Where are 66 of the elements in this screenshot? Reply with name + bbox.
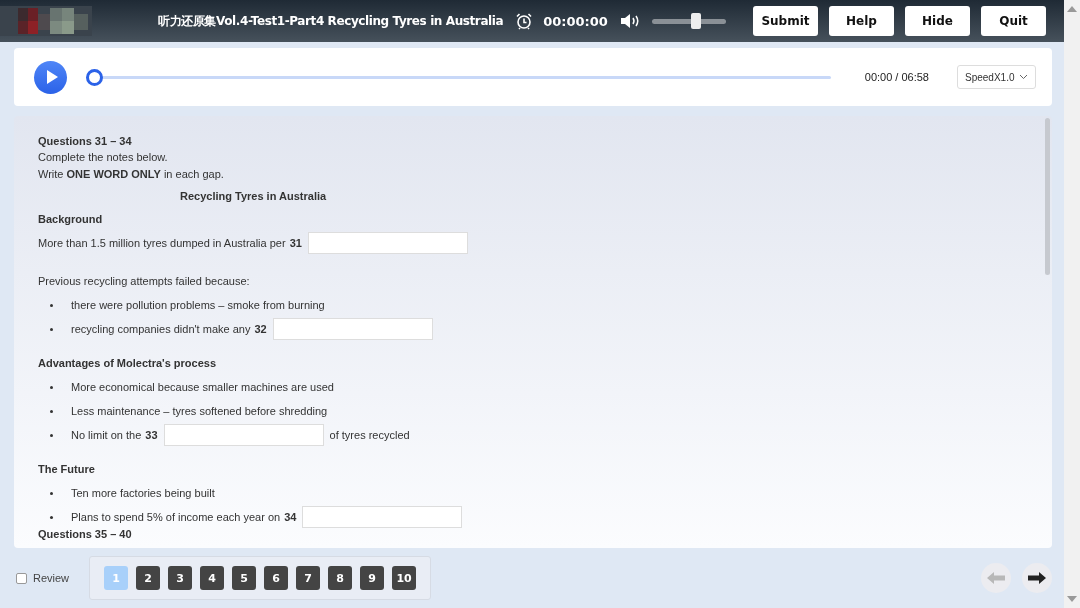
speed-dropdown[interactable]: SpeedX1.0 [957,65,1036,89]
note-text: Plans to spend 5% of income each year on [71,511,281,523]
bullet-icon [50,515,53,519]
question-number-button[interactable]: 10 [392,566,417,590]
next-button[interactable] [1022,563,1052,593]
section-heading: Background [38,212,104,227]
play-button[interactable] [34,60,67,94]
note-text: More economical because smaller machines are used [71,381,334,393]
question-number-button[interactable]: 5 [232,566,257,590]
toolbar-button[interactable]: Submit [753,6,818,36]
progress-handle[interactable] [86,68,103,86]
note-text: More than 1.5 million tyres dumped in Australia per [38,237,286,249]
question-number-button[interactable]: 6 [264,566,289,590]
question-range-heading: Questions 35 – 40 [38,527,133,542]
alarm-clock-icon [515,12,534,30]
question-number-button[interactable]: 2 [136,566,161,590]
question-number: 34 [284,511,297,523]
bullet-icon [50,409,53,413]
answer-field[interactable] [307,232,468,254]
answer-field[interactable] [302,506,463,528]
right-arrow-icon [1027,571,1047,585]
question-number-button[interactable]: 9 [360,566,385,590]
instruction-text: Write ONE WORD ONLY in each gap. [38,166,225,182]
note-text: there were pollution problems – smoke from burning [71,299,325,311]
answer-field[interactable] [163,424,324,446]
section-heading: Advantages of Molectra's process [38,356,218,371]
play-icon [46,70,58,84]
section-heading: The Future [38,462,96,477]
note-text: recycling companies didn't make any [71,323,251,335]
volume-thumb[interactable] [691,13,702,29]
bullet-icon [50,303,53,307]
question-number-button[interactable]: 7 [296,566,321,590]
toolbar-button[interactable]: Hide [905,6,970,36]
question-range-heading: Questions 31 – 34 [38,134,133,149]
question-number-button[interactable]: 3 [168,566,193,590]
chevron-down-icon [1019,74,1028,80]
question-number: 32 [254,323,267,335]
question-number-button[interactable]: 8 [328,566,353,590]
notes-title: Recycling Tyres in Australia [180,189,328,204]
note-text: No limit on the [71,429,142,441]
question-number: 33 [145,429,158,441]
toolbar-button[interactable]: Help [829,6,894,36]
left-arrow-icon [986,571,1006,585]
review-label: Review [33,572,70,584]
bullet-icon [50,327,53,331]
note-text: of tyres recycled [329,429,410,441]
note-text: Less maintenance – tyres softened before shredding [71,405,328,417]
note-text: Ten more factories being built [71,487,215,499]
timer: 00:00:00 [543,13,608,29]
bullet-icon [50,385,53,389]
review-checkbox[interactable] [16,572,27,584]
scroll-up-icon[interactable] [1067,6,1077,12]
scrollbar-thumb[interactable] [1045,118,1050,275]
bullet-icon [50,491,53,495]
scroll-down-icon[interactable] [1067,596,1077,602]
instruction-text: Complete the notes below. [38,150,169,165]
bullet-icon [50,433,53,437]
audio-time: 00:00 / 06:58 [864,71,929,83]
exam-title: 听力还原集Vol.4-Test1-Part4 Recycling Tyres in Australia [158,12,504,30]
note-text: Previous recycling attempts failed because: [38,275,250,287]
question-number: 31 [289,237,302,249]
question-number-button[interactable]: 4 [200,566,225,590]
toolbar-button[interactable]: Quit [981,6,1046,36]
volume-slider[interactable] [651,13,726,29]
answer-field[interactable] [272,318,433,340]
pixelated-logo-icon [0,6,92,36]
